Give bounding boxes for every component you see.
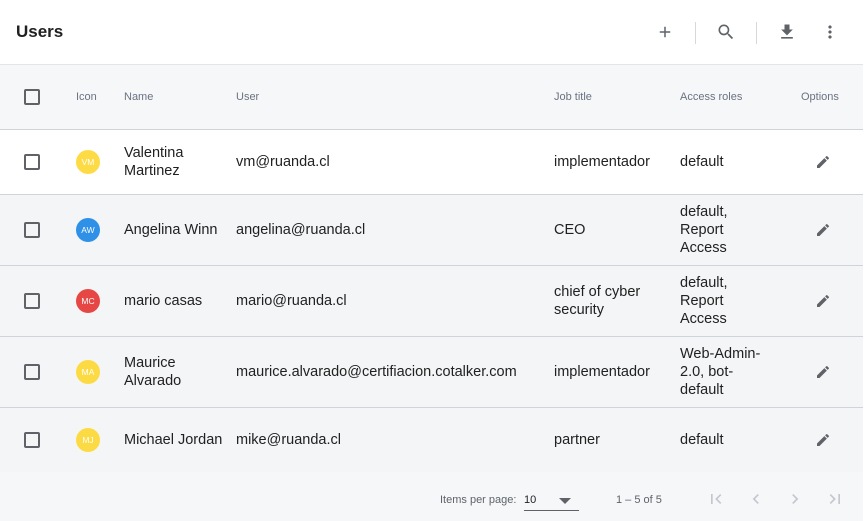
options-cell — [811, 130, 835, 194]
avatar: VM — [76, 150, 100, 174]
select-cell — [24, 408, 40, 472]
row-checkbox[interactable] — [24, 154, 40, 170]
options-cell — [811, 195, 835, 265]
options-cell — [811, 266, 835, 336]
add-button[interactable] — [651, 18, 679, 46]
table-header-row: Icon Name User Job title Access roles Op… — [0, 65, 863, 130]
user-email: vm@ruanda.cl — [236, 154, 330, 170]
select-cell — [24, 130, 40, 194]
next-page-button[interactable] — [782, 486, 808, 512]
items-per-page-label: Items per page: — [440, 494, 517, 506]
column-header-user[interactable]: User — [236, 65, 259, 129]
plus-icon — [659, 26, 671, 38]
search-icon — [718, 24, 734, 40]
avatar: MJ — [76, 428, 100, 452]
user-name: Angelina Winn — [124, 222, 218, 238]
job-title: CEO — [554, 222, 586, 238]
pencil-icon — [817, 433, 830, 446]
first-page-icon — [711, 494, 722, 504]
table-row[interactable]: MC mario casas mario@ruanda.cl chief of cyb… — [0, 266, 863, 337]
avatar-cell: MJ — [76, 408, 100, 472]
more-options-button[interactable] — [816, 18, 844, 46]
previous-page-button[interactable] — [743, 486, 769, 512]
avatar-cell: VM — [76, 130, 100, 194]
user-name: Maurice Alvarado — [124, 355, 182, 389]
column-header-access-roles[interactable]: Access roles — [680, 65, 742, 129]
chevron-right-icon — [792, 494, 799, 504]
column-header-name[interactable]: Name — [124, 65, 153, 129]
column-header-icon[interactable]: Icon — [76, 65, 97, 129]
user-name: Michael Jordan — [124, 432, 223, 448]
dropdown-arrow-icon — [559, 498, 571, 504]
avatar-cell: MC — [76, 266, 100, 336]
row-checkbox[interactable] — [24, 293, 40, 309]
toolbar: Users — [0, 0, 863, 65]
job-title: implementador — [554, 154, 650, 170]
select-cell — [24, 337, 40, 407]
job-title: partner — [554, 432, 600, 448]
job-title: implementador — [554, 364, 650, 380]
user-email: maurice.alvarado@certifiacion.cotalker.c… — [236, 364, 517, 380]
last-page-button[interactable] — [822, 486, 848, 512]
more-vert-icon — [828, 25, 832, 39]
pencil-icon — [817, 223, 830, 236]
user-name: mario casas — [124, 293, 203, 309]
edit-button[interactable] — [811, 360, 835, 384]
avatar-cell: AW — [76, 195, 100, 265]
users-panel: Users Icon Name User Job title Access ro… — [0, 0, 863, 521]
avatar: MC — [76, 289, 100, 313]
search-button[interactable] — [712, 18, 740, 46]
toolbar-divider — [695, 22, 696, 44]
first-page-button[interactable] — [703, 486, 729, 512]
avatar: MA — [76, 360, 100, 384]
pencil-icon — [817, 155, 830, 168]
select-all-cell — [24, 65, 40, 129]
row-checkbox[interactable] — [24, 432, 40, 448]
select-cell — [24, 266, 40, 336]
toolbar-divider — [756, 22, 757, 44]
items-per-page-value: 10 — [524, 494, 537, 506]
select-all-checkbox[interactable] — [24, 89, 40, 105]
items-per-page-select[interactable]: 10 — [524, 489, 579, 511]
edit-button[interactable] — [811, 289, 835, 313]
user-email: mario@ruanda.cl — [236, 293, 347, 309]
access-roles: default — [680, 154, 724, 170]
table-row[interactable]: AW Angelina Winn angelina@ruanda.cl CEO defa… — [0, 195, 863, 266]
avatar-cell: MA — [76, 337, 100, 407]
options-cell — [811, 408, 835, 472]
last-page-icon — [829, 494, 840, 504]
table-row[interactable]: MA Maurice Alvarado maurice.alvarado@certi… — [0, 337, 863, 408]
pencil-icon — [817, 365, 830, 378]
download-icon — [781, 24, 793, 39]
access-roles: default — [680, 432, 724, 448]
table-row[interactable]: MJ Michael Jordan mike@ruanda.cl partner def… — [0, 408, 863, 473]
user-name: Valentina Martinez — [124, 145, 184, 179]
column-header-options: Options — [801, 91, 839, 103]
row-checkbox[interactable] — [24, 364, 40, 380]
edit-button[interactable] — [811, 150, 835, 174]
page-title: Users — [16, 22, 64, 41]
select-cell — [24, 195, 40, 265]
job-title: chief of cyber security — [554, 284, 641, 318]
column-header-job-title[interactable]: Job title — [554, 65, 592, 129]
user-email: angelina@ruanda.cl — [236, 222, 366, 238]
access-roles: default, Report Access — [680, 275, 728, 327]
pencil-icon — [817, 294, 830, 307]
access-roles: Web-Admin-2.0, bot-default — [680, 346, 761, 398]
edit-button[interactable] — [811, 428, 835, 452]
avatar: AW — [76, 218, 100, 242]
chevron-left-icon — [752, 494, 759, 504]
access-roles: default, Report Access — [680, 204, 728, 256]
options-cell — [811, 337, 835, 407]
page-range-label: 1 – 5 of 5 — [616, 494, 662, 506]
row-checkbox[interactable] — [24, 222, 40, 238]
user-email: mike@ruanda.cl — [236, 432, 341, 448]
paginator: Items per page: 10 1 – 5 of 5 — [0, 472, 863, 521]
download-button[interactable] — [773, 18, 801, 46]
edit-button[interactable] — [811, 218, 835, 242]
table-row[interactable]: VM Valentina Martinez vm@ruanda.cl implemen… — [0, 130, 863, 195]
